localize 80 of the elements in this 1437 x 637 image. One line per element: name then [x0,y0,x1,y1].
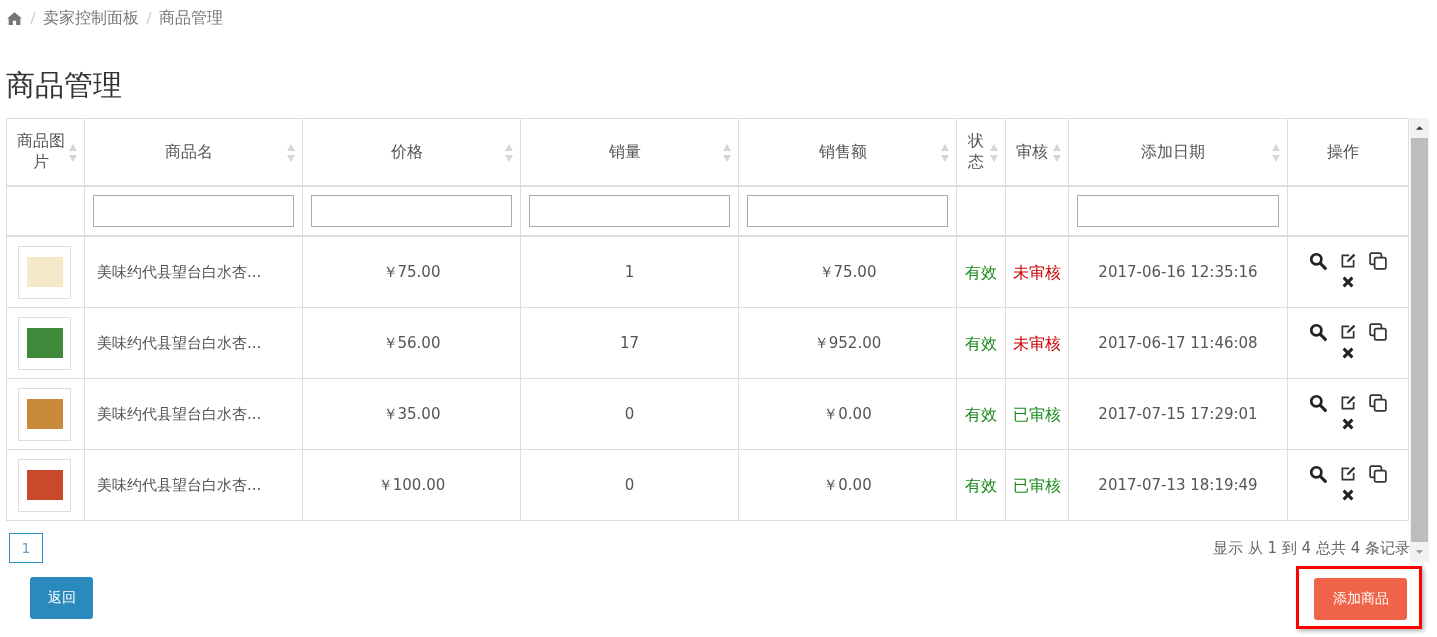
breadcrumb-separator-icon [30,11,36,25]
table-cell: 1 [624,263,635,281]
delete-icon[interactable] [1341,487,1355,502]
filter-field[interactable] [529,195,730,227]
status-text: 有效 [965,404,997,424]
column-header[interactable]: 销售额 [738,118,957,186]
table-cell: ￥0.00 [823,404,872,423]
sort-icon [989,143,999,163]
column-header[interactable]: 添加日期 [1068,118,1288,186]
table-cell: 2017-07-13 18:19:49 [1098,476,1258,494]
column-header[interactable]: 价格 [302,118,521,186]
pagination-info: 显示 从 1 到 4 总共 4 条记录 [1213,538,1410,558]
table-cell: 美味约代县望台白水杏... [97,404,262,423]
status-text: 有效 [965,333,997,353]
table-cell: 美味约代县望台白水杏... [97,262,262,281]
table-cell: ￥75.00 [818,262,877,281]
search-icon[interactable] [1309,393,1327,412]
search-icon[interactable] [1309,464,1327,483]
column-header[interactable]: 销量 [520,118,739,186]
product-thumbnail [18,387,71,441]
table-cell: ￥0.00 [823,475,872,494]
scrollbar[interactable] [1410,118,1429,562]
search-icon[interactable] [1309,251,1327,270]
delete-icon[interactable] [1341,345,1355,360]
filter-field[interactable] [1077,195,1279,227]
edit-icon[interactable] [1339,464,1357,483]
page-title: 商品管理 [5,67,123,104]
sort-icon [940,143,950,163]
table-cell: ￥952.00 [813,333,882,352]
breadcrumb-current: 商品管理 [159,7,223,29]
sort-icon [1271,143,1281,163]
sort-icon [68,143,78,163]
search-icon[interactable] [1309,322,1327,341]
table-cell: ￥56.00 [382,333,441,352]
status-text: 有效 [965,262,997,282]
back-button[interactable]: 返回 [30,576,93,619]
table-cell: 2017-06-16 12:35:16 [1098,263,1258,281]
delete-icon[interactable] [1341,274,1355,289]
filter-field[interactable] [311,195,512,227]
copy-icon[interactable] [1369,393,1387,412]
sort-icon [504,143,514,163]
column-header[interactable]: 审核 [1005,118,1069,186]
breadcrumb-link[interactable]: 卖家控制面板 [43,7,139,29]
breadcrumb-separator-icon [146,11,152,25]
copy-icon[interactable] [1369,251,1387,270]
column-header[interactable]: 商品图片 [6,118,85,186]
filter-field[interactable] [747,195,948,227]
home-icon[interactable] [6,10,23,26]
column-header: 操作 [1287,118,1409,186]
table-cell: 2017-07-15 17:29:01 [1098,405,1258,423]
table-cell: 2017-06-17 11:46:08 [1098,334,1258,352]
edit-icon[interactable] [1339,251,1357,270]
copy-icon[interactable] [1369,464,1387,483]
delete-icon[interactable] [1341,416,1355,431]
edit-icon[interactable] [1339,322,1357,341]
review-status: 已审核 [1013,404,1061,424]
product-thumbnail [18,458,71,512]
product-thumbnail [18,316,71,370]
sort-icon [1052,143,1062,163]
copy-icon[interactable] [1369,322,1387,341]
sort-icon [286,143,296,163]
review-status: 未审核 [1013,333,1061,353]
column-header[interactable]: 商品名 [84,118,303,186]
table-cell: 美味约代县望台白水杏... [97,333,262,352]
table-cell: 17 [619,334,640,352]
table-cell: ￥35.00 [382,404,441,423]
table-cell: ￥75.00 [382,262,441,281]
filter-field[interactable] [93,195,294,227]
table-cell: 美味约代县望台白水杏... [97,475,262,494]
edit-icon[interactable] [1339,393,1357,412]
table-cell: 0 [624,405,635,423]
sort-icon [722,143,732,163]
scroll-up-icon[interactable] [1415,125,1424,131]
review-status: 未审核 [1013,262,1061,282]
status-text: 有效 [965,475,997,495]
table-cell: ￥100.00 [377,475,446,494]
review-status: 已审核 [1013,475,1061,495]
table-cell: 0 [624,476,635,494]
column-header[interactable]: 状态 [956,118,1006,186]
product-thumbnail [18,245,71,299]
